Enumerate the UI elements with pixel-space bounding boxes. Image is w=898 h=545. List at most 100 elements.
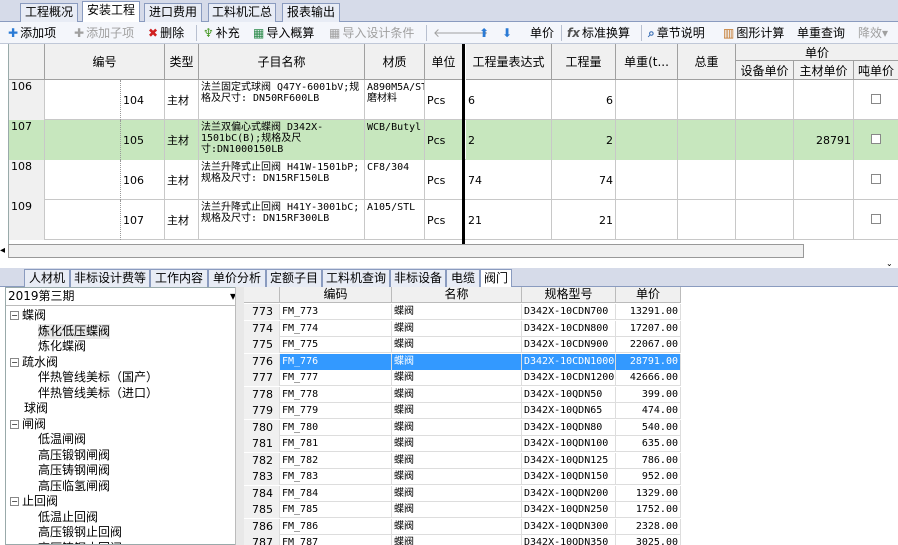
row-code[interactable]: 107 xyxy=(121,200,165,240)
list-price[interactable]: 786.00 xyxy=(616,452,681,469)
list-code[interactable]: FM_777 xyxy=(280,370,392,386)
tree-node[interactable]: − 闸阀 xyxy=(10,417,46,432)
list-price[interactable]: 28791.00 xyxy=(616,353,681,370)
list-price[interactable]: 474.00 xyxy=(616,403,681,419)
list-spec[interactable]: D342X-10QDN300 xyxy=(522,518,616,535)
tree-node[interactable]: 高压铸钢止回阀 xyxy=(38,541,122,545)
row-main-material-price[interactable]: 28791 xyxy=(794,120,854,160)
list-code[interactable]: FM_785 xyxy=(280,502,392,518)
list-spec[interactable]: D342X-10QDN65 xyxy=(522,403,616,419)
tree-node[interactable]: − 止回阀 xyxy=(10,494,58,509)
collapse-icon[interactable]: − xyxy=(10,311,19,320)
list-item[interactable]: 775 FM_775 蝶阀 D342X-10CDN900 22067.00 xyxy=(244,337,681,353)
list-name[interactable]: 蝶阀 xyxy=(392,535,522,545)
row-material[interactable]: WCB/Butyl xyxy=(365,120,425,160)
list-item[interactable]: 781 FM_781 蝶阀 D342X-10QDN100 635.00 xyxy=(244,436,681,452)
list-price[interactable]: 3025.00 xyxy=(616,535,681,545)
row-name[interactable]: 法兰升降式止回阀 H41Y-3001bC;规格及尺寸: DN15RF300LB xyxy=(199,200,365,240)
list-code[interactable]: FM_773 xyxy=(280,304,392,320)
list-header-spec[interactable]: 规格型号 xyxy=(522,287,616,303)
row-code[interactable]: 105 xyxy=(121,120,165,160)
supplement-button[interactable]: ♆ 补充 xyxy=(203,24,240,42)
arrow-down-button[interactable]: ⬇ xyxy=(502,24,512,42)
import-budget-button[interactable]: ▦ 导入概算 xyxy=(253,24,314,42)
list-name[interactable]: 蝶阀 xyxy=(392,485,522,502)
tab-material-query[interactable]: 工料机查询 xyxy=(322,269,390,287)
row-unit-weight[interactable] xyxy=(616,80,678,120)
tree-node[interactable]: 球阀 xyxy=(24,401,48,416)
list-code[interactable]: FM_786 xyxy=(280,518,392,535)
list-item[interactable]: 776 FM_776 蝶阀 D342X-10CDN1000 28791.00 xyxy=(244,353,681,370)
table-row[interactable]: 108 106 主材 法兰升降式止回阀 H41W-1501bP;规格及尺寸: DN15… xyxy=(9,160,898,200)
tab-valve[interactable]: 阀门 xyxy=(480,269,512,287)
list-name[interactable]: 蝶阀 xyxy=(392,353,522,370)
list-price[interactable]: 399.00 xyxy=(616,386,681,403)
col-header-unit[interactable]: 单位 xyxy=(425,44,463,80)
list-header-code[interactable]: 编码 xyxy=(280,287,392,303)
list-item[interactable]: 777 FM_777 蝶阀 D342X-10CDN1200 42666.00 xyxy=(244,370,681,386)
col-header-expression[interactable]: 工程量表达式 xyxy=(466,44,552,80)
list-item[interactable]: 780 FM_780 蝶阀 D342X-10QDN80 540.00 xyxy=(244,419,681,436)
list-spec[interactable]: D342X-10CDN800 xyxy=(522,320,616,337)
list-spec[interactable]: D342X-10QDN50 xyxy=(522,386,616,403)
list-item[interactable]: 774 FM_774 蝶阀 D342X-10CDN800 17207.00 xyxy=(244,320,681,337)
row-equipment-price[interactable] xyxy=(736,160,794,200)
tab-labor-material-summary[interactable]: 工料机汇总 xyxy=(208,3,276,22)
graphic-calc-button[interactable]: ▥ 图形计算 xyxy=(723,24,784,42)
list-code[interactable]: FM_781 xyxy=(280,436,392,452)
col-header-type[interactable]: 类型 xyxy=(165,44,199,80)
col-header-code[interactable]: 编号 xyxy=(45,44,165,80)
collapse-icon[interactable]: − xyxy=(10,357,19,367)
list-spec[interactable]: D342X-10CDN1200 xyxy=(522,370,616,386)
row-quantity[interactable]: 21 xyxy=(552,200,616,240)
row-total-weight[interactable] xyxy=(678,80,736,120)
row-unit-weight[interactable] xyxy=(616,120,678,160)
tree-node[interactable]: 低温止回阀 xyxy=(38,510,98,525)
ton-price-checkbox[interactable] xyxy=(871,134,881,144)
list-item[interactable]: 783 FM_783 蝶阀 D342X-10QDN150 952.00 xyxy=(244,469,681,485)
table-row[interactable]: 106 104 主材 法兰固定式球阀 Q47Y-6001bV;规格及尺寸: DN50R… xyxy=(9,80,898,120)
list-spec[interactable]: D342X-10QDN100 xyxy=(522,436,616,452)
row-expression[interactable]: 6 xyxy=(466,80,552,120)
list-spec[interactable]: D342X-10QDN150 xyxy=(522,469,616,485)
list-name[interactable]: 蝶阀 xyxy=(392,304,522,320)
unit-weight-query-button[interactable]: 单重查询 xyxy=(797,24,845,42)
row-main-material-price[interactable] xyxy=(794,200,854,240)
list-spec[interactable]: D342X-10QDN350 xyxy=(522,535,616,545)
row-expression[interactable]: 21 xyxy=(466,200,552,240)
list-price[interactable]: 42666.00 xyxy=(616,370,681,386)
list-price[interactable]: 635.00 xyxy=(616,436,681,452)
ton-price-checkbox[interactable] xyxy=(871,174,881,184)
list-code[interactable]: FM_774 xyxy=(280,320,392,337)
row-quantity[interactable]: 74 xyxy=(552,160,616,200)
delete-button[interactable]: ✖ 删除 xyxy=(148,24,184,42)
col-header-quantity[interactable]: 工程量 xyxy=(552,44,616,80)
tab-install-project[interactable]: 安装工程 xyxy=(82,1,140,23)
list-spec[interactable]: D342X-10QDN80 xyxy=(522,419,616,436)
list-name[interactable]: 蝶阀 xyxy=(392,403,522,419)
chapter-note-button[interactable]: ⌕ 章节说明 xyxy=(648,24,705,42)
tree-node[interactable]: − 疏水阀 xyxy=(10,355,58,370)
list-code[interactable]: FM_775 xyxy=(280,337,392,353)
horizontal-scrollbar[interactable] xyxy=(8,244,804,258)
list-price[interactable]: 540.00 xyxy=(616,419,681,436)
collapse-icon[interactable]: − xyxy=(10,497,19,506)
chevron-down-icon[interactable]: ⌄ xyxy=(886,260,896,268)
row-unit[interactable]: Pcs xyxy=(425,120,463,160)
row-unit[interactable]: Pcs xyxy=(425,160,463,200)
list-name[interactable]: 蝶阀 xyxy=(392,502,522,518)
row-number[interactable]: 108 xyxy=(9,160,45,200)
tree-node[interactable]: 高压临氢闸阀 xyxy=(38,479,110,494)
row-equipment-price[interactable] xyxy=(736,120,794,160)
arrow-up-button[interactable]: ⬆ xyxy=(479,24,489,42)
col-header-equipment-price[interactable]: 设备单价 xyxy=(736,61,794,80)
list-spec[interactable]: D342X-10CDN900 xyxy=(522,337,616,353)
row-unit[interactable]: Pcs xyxy=(425,200,463,240)
list-name[interactable]: 蝶阀 xyxy=(392,436,522,452)
ton-price-checkbox[interactable] xyxy=(871,214,881,224)
list-spec[interactable]: D342X-10CDN700 xyxy=(522,304,616,320)
row-type[interactable]: 主材 xyxy=(165,200,199,240)
list-item[interactable]: 778 FM_778 蝶阀 D342X-10QDN50 399.00 xyxy=(244,386,681,403)
tab-nonstd-equipment[interactable]: 非标设备 xyxy=(390,269,446,287)
add-item-button[interactable]: ✚ 添加项 xyxy=(8,24,56,42)
